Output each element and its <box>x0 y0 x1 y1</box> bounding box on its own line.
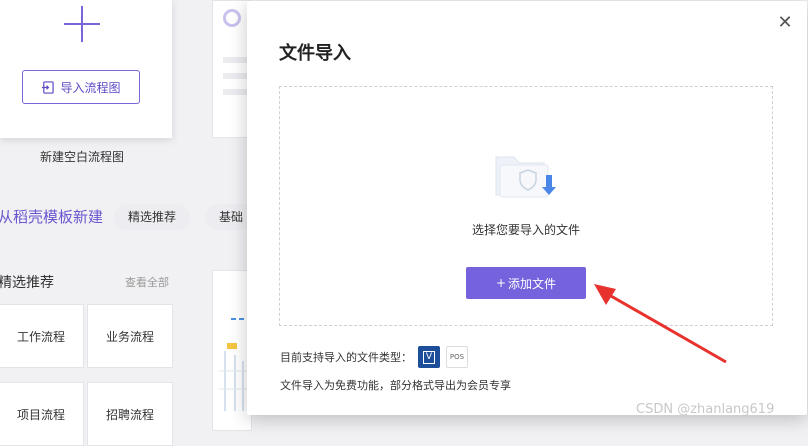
visio-file-label: V <box>423 350 435 364</box>
plus-icon: + <box>495 276 507 290</box>
template-section-title: 从稻壳模板新建 <box>0 208 104 226</box>
pos-file-icon: POS <box>446 346 468 368</box>
dropzone-text: 选择您要导入的文件 <box>471 223 580 237</box>
import-button-label: 导入流程图 <box>60 80 121 95</box>
new-blank-card[interactable]: 导入流程图 <box>0 0 172 138</box>
free-feature-note: 文件导入为免费功能，部分格式导出为会员专享 <box>280 379 511 392</box>
new-blank-caption: 新建空白流程图 <box>40 150 125 164</box>
file-dropzone[interactable]: 选择您要导入的文件 + 添加文件 <box>279 86 773 326</box>
file-import-dialog: 文件导入 ✕ 选择您要导入的文件 + 添加文件 目前支持导入的文件类型： V P… <box>247 1 807 415</box>
see-all-link[interactable]: 查看全部 <box>125 274 169 290</box>
watermark: CSDN @zhanlang619 <box>636 402 775 417</box>
import-flowchart-button[interactable]: 导入流程图 <box>22 70 140 104</box>
supported-formats-row: 目前支持导入的文件类型： V POS <box>280 346 468 368</box>
template-card[interactable] <box>212 0 253 138</box>
category-card-project[interactable]: 项目流程 <box>0 382 84 446</box>
template-preview-card[interactable] <box>212 270 252 431</box>
close-icon[interactable]: ✕ <box>775 13 795 33</box>
featured-title: 精选推荐 <box>0 275 54 291</box>
category-card-business[interactable]: 业务流程 <box>87 304 173 368</box>
chip-featured[interactable]: 精选推荐 <box>114 204 191 230</box>
category-card-hiring[interactable]: 招聘流程 <box>87 382 173 446</box>
visio-file-icon: V <box>418 346 440 368</box>
category-card-work[interactable]: 工作流程 <box>0 304 84 368</box>
plus-icon[interactable] <box>64 6 100 42</box>
add-file-button[interactable]: + 添加文件 <box>466 267 586 299</box>
add-file-label: 添加文件 <box>508 276 557 291</box>
flowchart-thumbnail <box>219 318 249 411</box>
import-icon <box>42 80 55 94</box>
supported-formats-label: 目前支持导入的文件类型： <box>280 351 412 364</box>
circle-shape <box>223 9 241 27</box>
dialog-title: 文件导入 <box>279 43 351 64</box>
folder-upload-icon <box>495 156 556 198</box>
